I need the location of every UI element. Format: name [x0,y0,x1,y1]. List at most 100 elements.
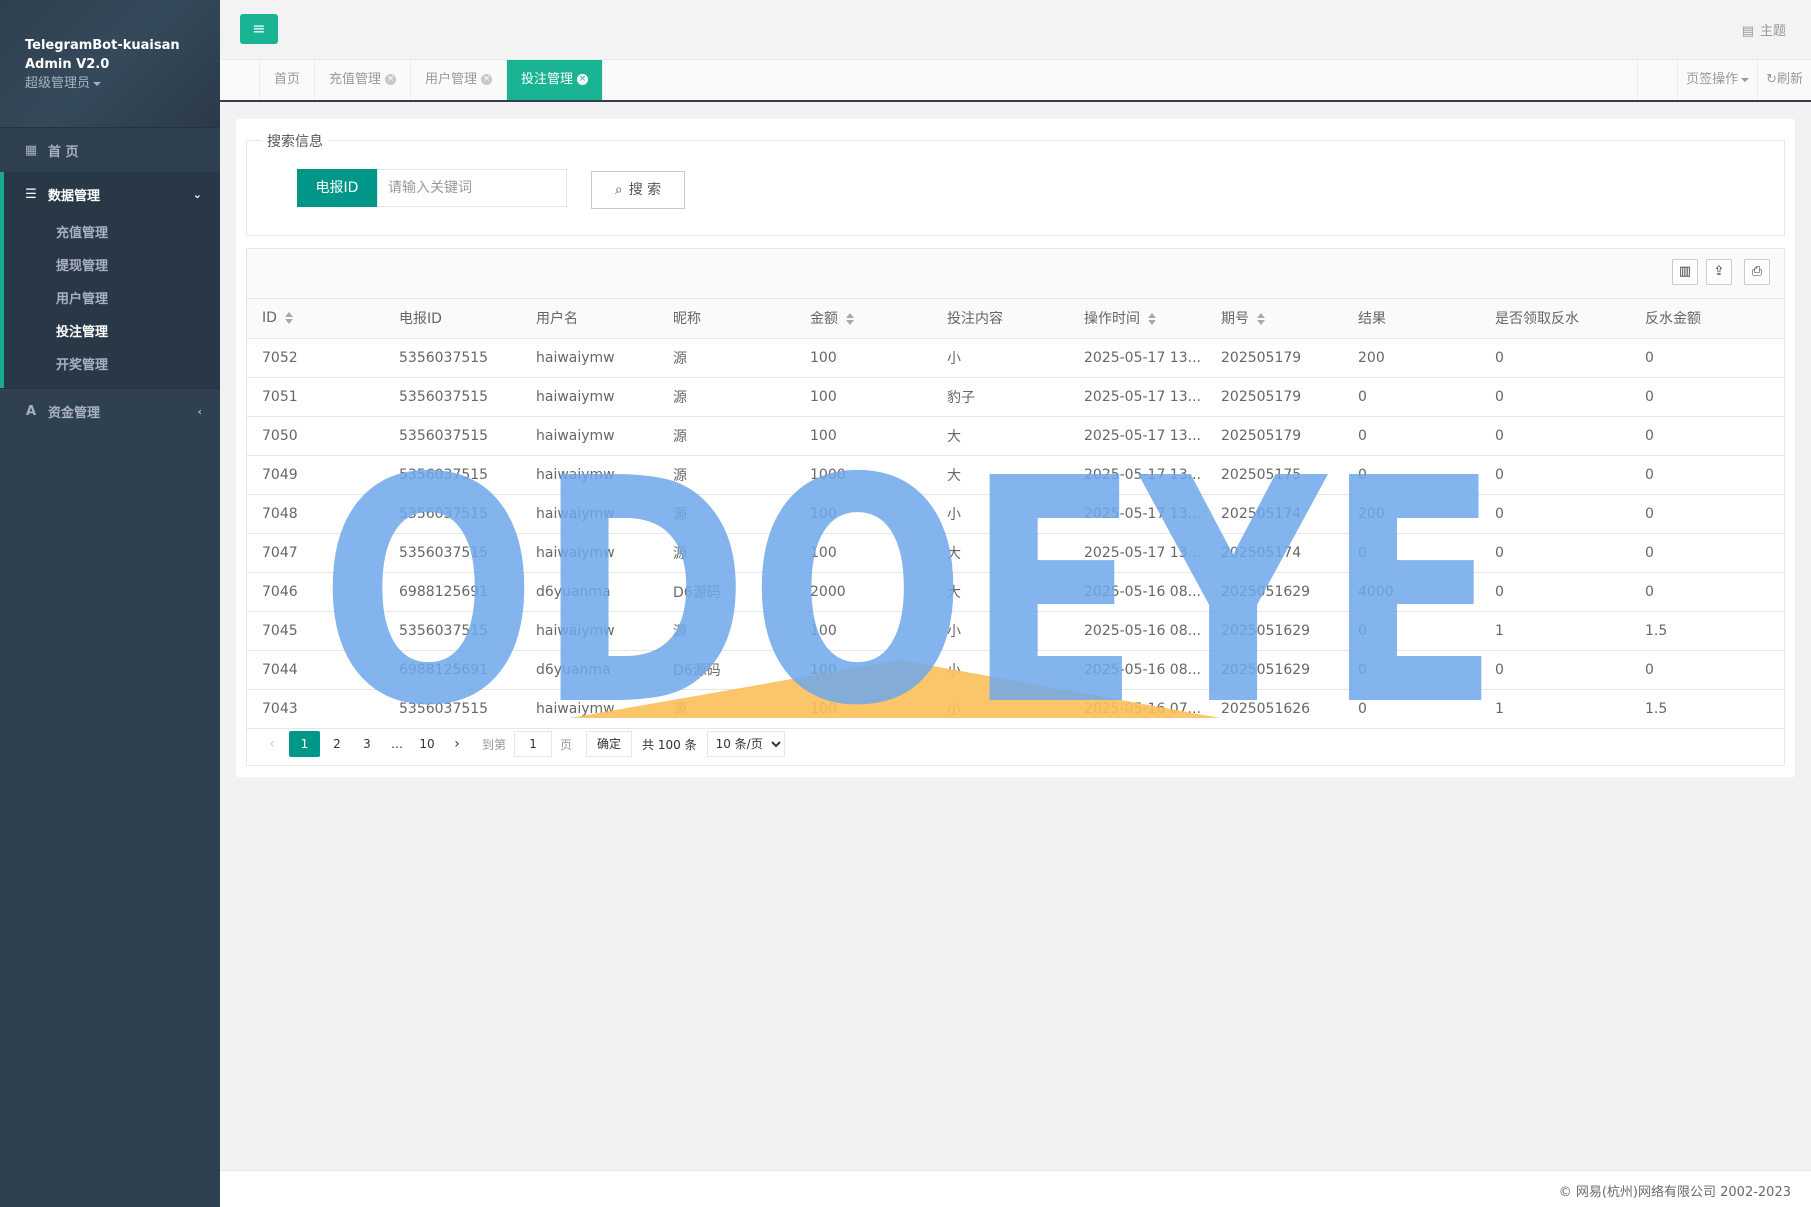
table-header-row: ID 电报ID 用户名 昵称 金额 投注内容 操作时间 期号 结果 是否领取反水… [247,299,1784,339]
table-row[interactable]: 7043 5356037515 haiwaiymw 源 100 小 2025-05-16 0… [247,689,1784,729]
columns-filter-button[interactable]: ▥ [1672,259,1698,285]
table-cell: 2000 [795,572,932,612]
bets-table: ID 电报ID 用户名 昵称 金额 投注内容 操作时间 期号 结果 是否领取反水… [247,299,1784,729]
table-cell: D6源码 [658,572,795,612]
table-cell: 0 [1343,650,1480,690]
table-cell: 0 [1630,416,1784,456]
table-cell: haiwaiymw [521,377,658,417]
tab-home[interactable]: 首页 [260,60,316,100]
table-cell: haiwaiymw [521,689,658,729]
column-header-time-label: 操作时间 [1084,311,1140,328]
tab-operations-label: 页签操作 [1686,72,1739,87]
table-cell: 源 [658,377,795,417]
table-cell: 2025051626 [1206,689,1343,729]
column-header-amount[interactable]: 金额 [795,299,932,339]
sidebar: TelegramBot-kuaisan Admin V2.0 超级管理员 ▦ 首… [0,0,220,1207]
table-cell: 0 [1480,416,1630,456]
table-row[interactable]: 7051 5356037515 haiwaiymw 源 100 豹子 2025-05-17 … [247,377,1784,417]
search-fieldset: 搜索信息 电报ID ⌕ 搜 索 [246,131,1785,236]
table-cell: 2025-05-16 08... [1069,572,1206,612]
table-cell: 5356037515 [384,338,521,378]
close-icon[interactable]: × [577,74,589,85]
sidebar-item-data-management[interactable]: ☰ 数据管理 ⌄ [4,172,220,217]
table-toolbar: ▥ ⇪ ⎙ [247,249,1784,299]
goto-confirm-button[interactable]: 确定 [586,731,633,757]
page-2[interactable]: 2 [324,731,350,757]
copyright-text: © 网易(杭州)网络有限公司 2002-2023 [1558,1185,1791,1200]
table-cell: 0 [1480,650,1630,690]
sort-icon[interactable] [284,312,293,325]
table-cell: 7045 [247,611,384,651]
print-button[interactable]: ⎙ [1744,259,1770,285]
tab-recharge[interactable]: 充值管理 × [315,60,412,100]
export-button[interactable]: ⇪ [1706,259,1732,285]
table-row[interactable]: 7049 5356037515 haiwaiymw 源 1000 大 2025-05-17 … [247,455,1784,495]
chevron-left-icon: ‹ [197,404,202,418]
table-row[interactable]: 7045 5356037515 haiwaiymw 源 100 小 2025-05-16 0… [247,611,1784,651]
table-cell: 202505179 [1206,377,1343,417]
table-row[interactable]: 7044 6988125691 d6yuanma D6源码 100 小 2025-05-16… [247,650,1784,690]
goto-page-input[interactable]: 1 [514,731,553,757]
menu-toggle-button[interactable]: ≡ [240,14,278,44]
table-cell: 2025-05-17 13... [1069,416,1206,456]
page-3[interactable]: 3 [354,731,380,757]
table-row[interactable]: 7052 5356037515 haiwaiymw 源 100 小 2025-05-17 1… [247,338,1784,378]
column-header-id-label: ID [262,310,277,327]
sidebar-subitem-recharge[interactable]: 充值管理 [4,217,220,250]
table-row[interactable]: 7047 5356037515 haiwaiymw 源 100 大 2025-05-17 1… [247,533,1784,573]
table-cell: 100 [795,416,932,456]
table-cell: 100 [795,611,932,651]
next-page-icon[interactable]: › [444,731,470,757]
table-cell: 5356037515 [384,416,521,456]
table-cell: haiwaiymw [521,494,658,534]
page-size-select[interactable]: 10 条/页 [706,731,785,757]
brand-title-line2: Admin V2.0 [25,57,110,72]
page-1[interactable]: 1 [289,731,320,757]
sidebar-item-home[interactable]: ▦ 首 页 [0,127,220,172]
theme-button[interactable]: ▤ 主题 [1742,20,1786,39]
tab-bets[interactable]: 投注管理 × [507,60,604,100]
table-cell: 0 [1343,689,1480,729]
table-row[interactable]: 7050 5356037515 haiwaiymw 源 100 大 2025-05-17 1… [247,416,1784,456]
prev-page-icon[interactable]: ‹ [259,731,285,757]
close-icon[interactable]: × [385,74,397,85]
close-icon[interactable]: × [481,74,493,85]
tab-operations-dropdown[interactable]: 页签操作 [1677,60,1757,100]
table-cell: 2025-05-16 08... [1069,650,1206,690]
table-row[interactable]: 7046 6988125691 d6yuanma D6源码 2000 大 2025-05-1… [247,572,1784,612]
table-cell: 6988125691 [384,572,521,612]
table-cell: 0 [1630,338,1784,378]
page-10[interactable]: 10 [414,731,440,757]
brand-title-line1: TelegramBot-kuaisan [25,38,180,53]
refresh-label: 刷新 [1776,72,1803,87]
column-header-period[interactable]: 期号 [1206,299,1343,339]
sidebar-subitem-bets[interactable]: 投注管理 [4,316,220,349]
tab-users[interactable]: 用户管理 × [411,60,508,100]
sort-icon[interactable] [846,313,854,326]
search-input[interactable] [377,169,567,207]
tab-scroll-right[interactable] [1637,60,1677,100]
table-cell: 4000 [1343,572,1480,612]
search-button[interactable]: ⌕ 搜 索 [591,171,685,209]
sidebar-subitem-withdraw[interactable]: 提现管理 [4,250,220,283]
table-cell: 0 [1343,455,1480,495]
tab-scroll-left[interactable] [220,60,260,100]
sidebar-item-funds[interactable]: A 资金管理 ‹ [0,388,220,433]
hamburger-icon: ≡ [252,19,266,38]
sidebar-subitem-users[interactable]: 用户管理 [4,283,220,316]
column-header-time[interactable]: 操作时间 [1069,299,1206,339]
sort-icon[interactable] [1257,313,1265,326]
table-row[interactable]: 7048 5356037515 haiwaiymw 源 100 小 2025-05-17 1… [247,494,1784,534]
search-button-label: 搜 索 [628,182,662,198]
table-cell: 6988125691 [384,650,521,690]
sort-icon[interactable] [1148,313,1156,326]
list-icon: ☰ [25,187,37,202]
refresh-button[interactable]: ↻刷新 [1757,60,1811,100]
table-cell: d6yuanma [521,650,658,690]
tab-list: 首页 充值管理 × 用户管理 × 投注管理 × [260,60,604,100]
user-role-label: 超级管理员 [25,76,91,91]
table-cell: 2025-05-17 13... [1069,494,1206,534]
sidebar-subitem-draws[interactable]: 开奖管理 [4,349,220,382]
user-role-dropdown[interactable]: 超级管理员 [25,74,220,93]
column-header-id[interactable]: ID [247,299,384,339]
